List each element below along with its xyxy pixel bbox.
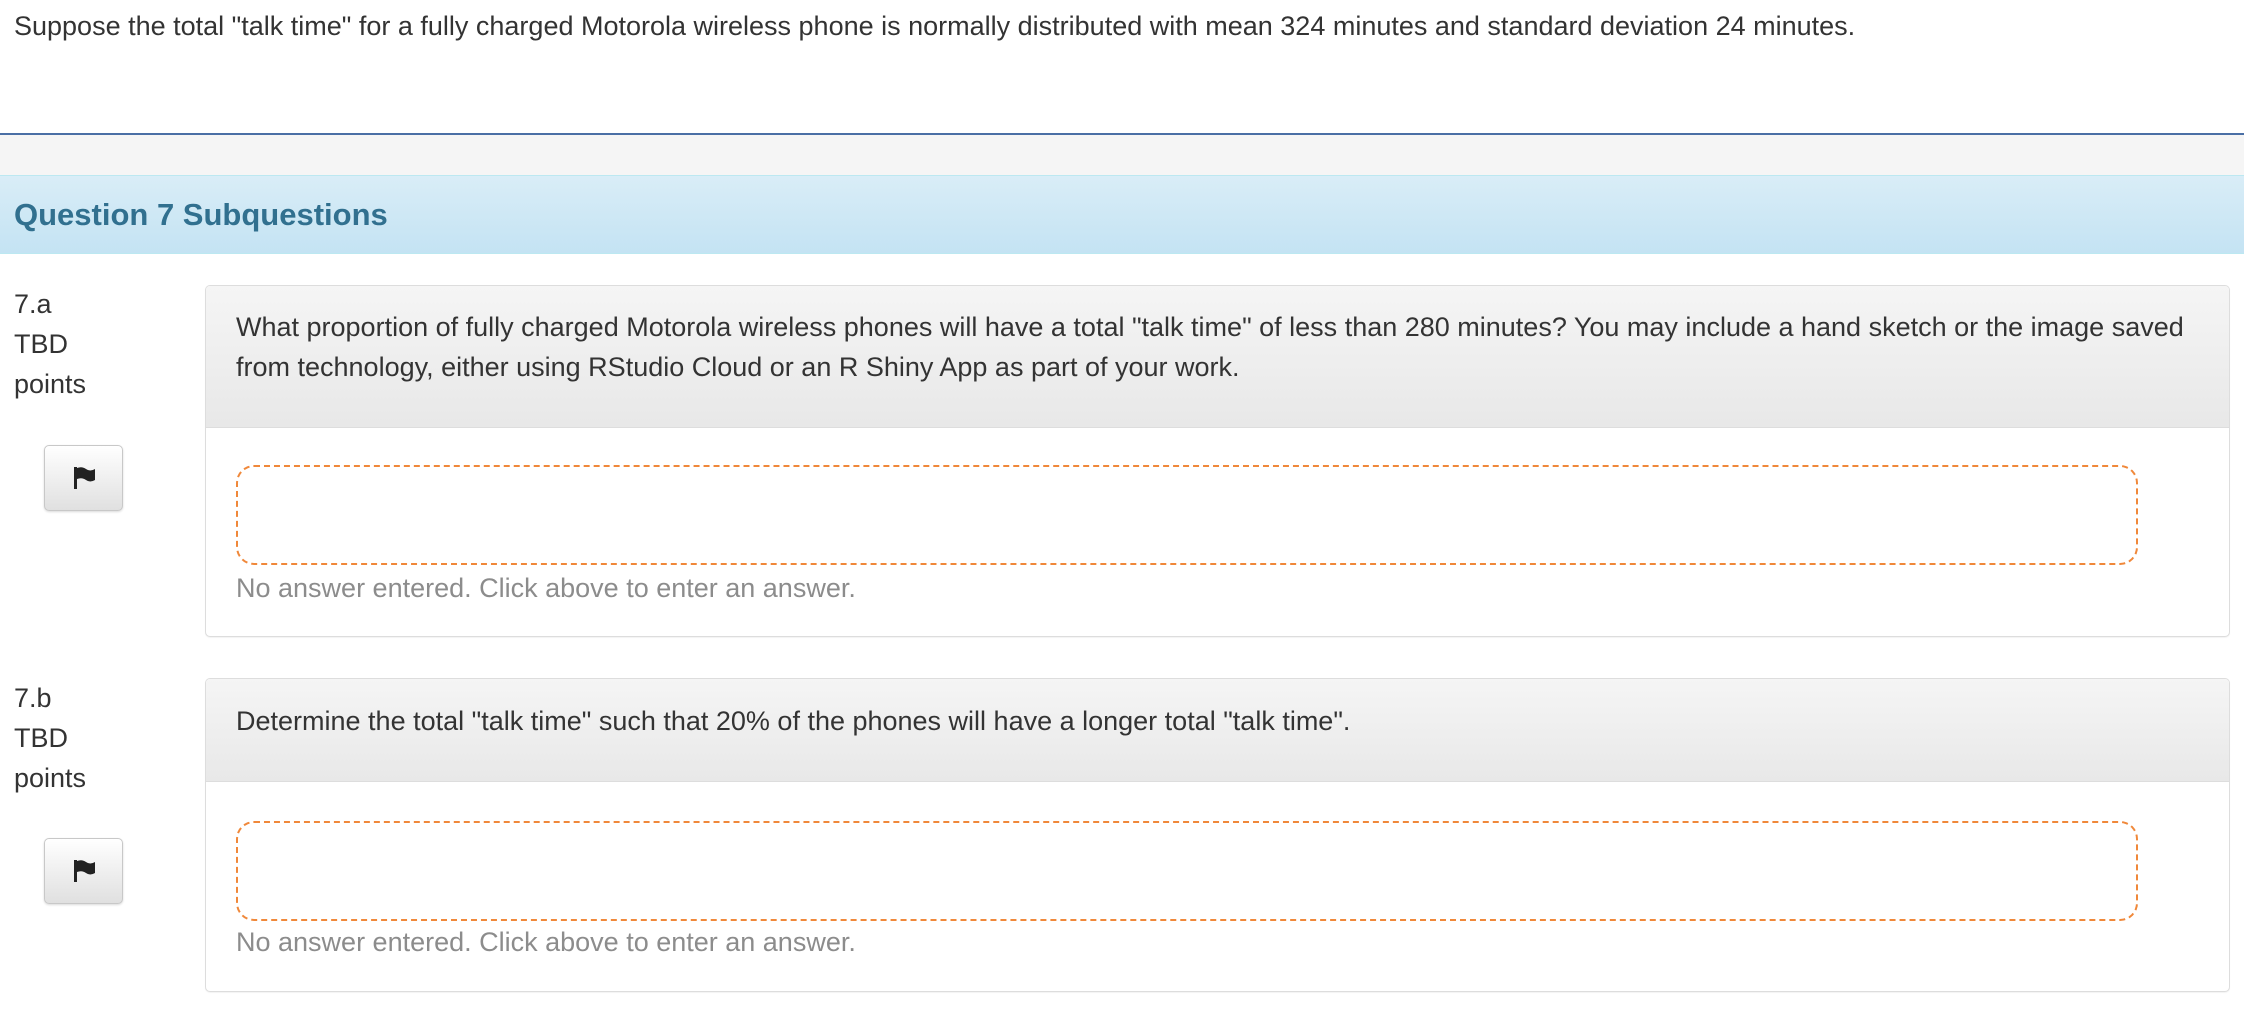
spacer-band [0, 135, 2244, 175]
answer-area-7a: No answer entered. Click above to enter … [206, 428, 2229, 636]
points-label: points [14, 369, 87, 399]
flag-icon [73, 860, 95, 882]
points-label: points [14, 763, 87, 793]
subquestions-title: Question 7 Subquestions [14, 197, 388, 232]
subquestion-prompt-7b: Determine the total "talk time" such tha… [206, 679, 2229, 782]
subquestion-number: 7.b [14, 683, 52, 713]
points-value: TBD [14, 329, 68, 359]
subquestion-meta-7b: 7.b TBD points [14, 678, 86, 798]
no-answer-message-7a: No answer entered. Click above to enter … [236, 573, 856, 603]
answer-input-7b[interactable] [236, 821, 2138, 921]
subquestion-prompt-7a: What proportion of fully charged Motorol… [206, 286, 2229, 428]
subquestion-meta-7a: 7.a TBD points [14, 284, 86, 404]
points-value: TBD [14, 723, 68, 753]
no-answer-message-7b: No answer entered. Click above to enter … [236, 927, 856, 957]
answer-input-7a[interactable] [236, 465, 2138, 565]
subquestion-panel-7a: What proportion of fully charged Motorol… [205, 285, 2230, 637]
subquestions-header: Question 7 Subquestions [0, 175, 2244, 254]
question-stem: Suppose the total "talk time" for a full… [14, 11, 1856, 41]
subquestion-panel-7b: Determine the total "talk time" such tha… [205, 678, 2230, 992]
flag-button-7b[interactable] [44, 838, 123, 904]
flag-icon [73, 467, 95, 489]
answer-area-7b: No answer entered. Click above to enter … [206, 782, 2229, 991]
subquestion-number: 7.a [14, 289, 52, 319]
flag-button-7a[interactable] [44, 445, 123, 511]
